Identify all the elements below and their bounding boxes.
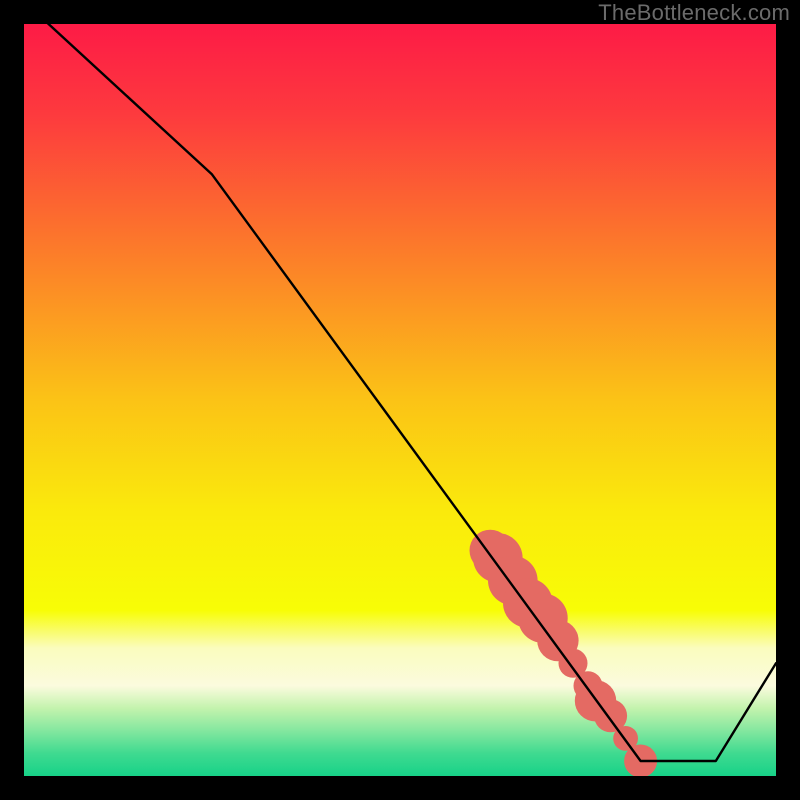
bottleneck-chart xyxy=(24,24,776,776)
chart-frame xyxy=(24,24,776,776)
chart-background xyxy=(24,24,776,776)
watermark-text: TheBottleneck.com xyxy=(598,0,790,26)
